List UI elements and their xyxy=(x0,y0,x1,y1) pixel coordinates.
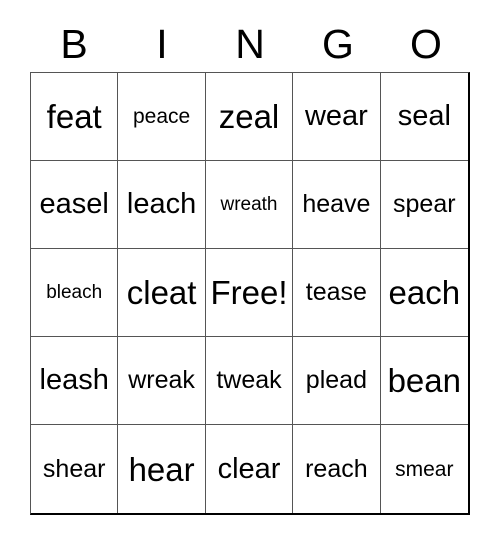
bingo-cell[interactable]: leash xyxy=(31,337,119,425)
bingo-cell-label: spear xyxy=(393,190,456,218)
bingo-cell[interactable]: each xyxy=(380,249,468,337)
bingo-cell[interactable]: spear xyxy=(380,161,468,249)
bingo-cell-label: bean xyxy=(387,362,461,399)
bingo-cell-label: wear xyxy=(304,100,368,132)
bingo-cell-label: heave xyxy=(302,190,371,218)
bingo-cell[interactable]: bean xyxy=(380,337,468,425)
bingo-card: B I N G O feat peace zeal wear seal easel leac… xyxy=(0,0,500,544)
bingo-cell[interactable]: easel xyxy=(31,161,119,249)
bingo-cell-label: easel xyxy=(39,188,109,220)
bingo-cell[interactable]: heave xyxy=(293,161,381,249)
bingo-cell[interactable]: cleat xyxy=(118,249,206,337)
bingo-cell-label: tweak xyxy=(216,366,282,394)
bingo-cell[interactable]: tweak xyxy=(205,337,294,425)
bingo-header-letter-n: N xyxy=(235,20,265,67)
bingo-free-space[interactable]: Free! xyxy=(205,249,294,337)
bingo-cell-label: Free! xyxy=(210,274,288,311)
bingo-cell-label: cleat xyxy=(126,274,197,311)
bingo-cell[interactable]: seal xyxy=(380,73,468,161)
bingo-cell[interactable]: reach xyxy=(293,425,381,513)
bingo-cell-label: reach xyxy=(305,454,368,483)
bingo-cell-label: clear xyxy=(217,452,281,485)
bingo-cell[interactable]: hear xyxy=(118,425,206,513)
bingo-header-letter-o: O xyxy=(410,20,442,67)
bingo-cell[interactable]: wreak xyxy=(118,337,206,425)
bingo-cell-label: shear xyxy=(42,454,106,483)
bingo-cell-label: tease xyxy=(305,278,367,306)
bingo-cell[interactable]: zeal xyxy=(205,73,294,161)
bingo-cell-label: feat xyxy=(46,98,102,135)
bingo-cell[interactable]: wreath xyxy=(205,161,294,249)
bingo-cell[interactable]: wear xyxy=(293,73,381,161)
bingo-cell[interactable]: clear xyxy=(205,425,294,513)
bingo-cell[interactable]: feat xyxy=(31,73,119,161)
bingo-cell-label: wreak xyxy=(128,366,195,394)
bingo-cell-label: zeal xyxy=(218,98,280,135)
bingo-cell[interactable]: bleach xyxy=(31,249,119,337)
bingo-cell-label: leach xyxy=(126,188,197,220)
bingo-header-letter-b: B xyxy=(60,20,88,67)
bingo-cell-label: seal xyxy=(397,100,451,132)
bingo-header-letter-g: G xyxy=(322,20,354,67)
bingo-cell-label: plead xyxy=(305,366,367,394)
bingo-header-letter-i: I xyxy=(156,20,168,67)
bingo-cell-label: leash xyxy=(39,364,109,396)
bingo-header-row: B I N G O xyxy=(30,16,470,72)
bingo-grid: feat peace zeal wear seal easel leach wreath hea… xyxy=(30,72,470,515)
bingo-cell-label: peace xyxy=(132,105,191,128)
bingo-cell[interactable]: tease xyxy=(293,249,381,337)
bingo-cell[interactable]: shear xyxy=(31,425,119,513)
bingo-cell[interactable]: leach xyxy=(118,161,206,249)
bingo-cell[interactable]: peace xyxy=(118,73,206,161)
bingo-cell-label: each xyxy=(388,274,461,311)
bingo-cell-label: wreath xyxy=(220,194,278,215)
bingo-cell[interactable]: smear xyxy=(380,425,468,513)
bingo-cell[interactable]: plead xyxy=(293,337,381,425)
bingo-cell-label: bleach xyxy=(46,282,103,303)
bingo-cell-label: smear xyxy=(395,457,454,481)
bingo-cell-label: hear xyxy=(128,450,195,488)
